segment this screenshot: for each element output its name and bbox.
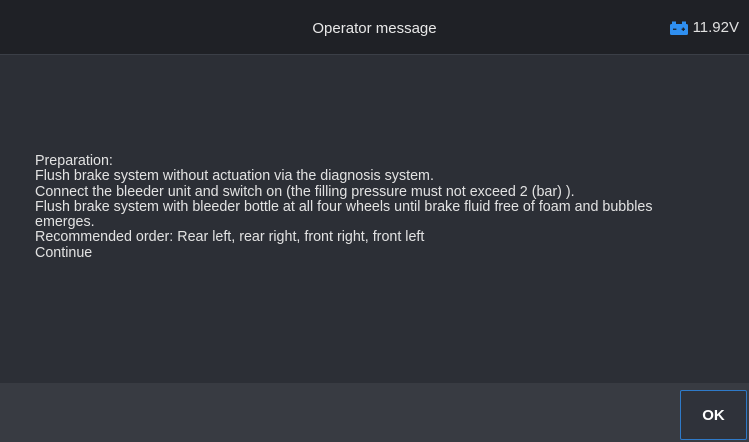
message-line: Recommended order: Rear left, rear right… xyxy=(35,229,425,246)
message-line: Flush brake system without actuation via… xyxy=(35,168,434,185)
message-line: emerges. xyxy=(35,214,95,231)
button-bar xyxy=(0,383,749,442)
operator-message-screen: Operator message 11.92V Preparation: Flu… xyxy=(0,0,749,442)
message-line: Continue xyxy=(35,244,93,261)
battery-voltage: 11.92V xyxy=(692,19,739,36)
page-title: Operator message xyxy=(312,20,437,37)
message-line: Preparation: xyxy=(35,153,113,169)
operator-message-text: Preparation: Flush brake system without … xyxy=(35,153,735,261)
ok-button[interactable]: OK xyxy=(680,390,747,440)
battery-status: 11.92V xyxy=(669,0,739,55)
title-bar: Operator message 11.92V xyxy=(0,0,749,55)
message-line: Flush brake system with bleeder bottle a… xyxy=(35,198,653,215)
car-battery-icon xyxy=(669,21,688,35)
message-line: Connect the bleeder unit and switch on (… xyxy=(35,183,575,200)
